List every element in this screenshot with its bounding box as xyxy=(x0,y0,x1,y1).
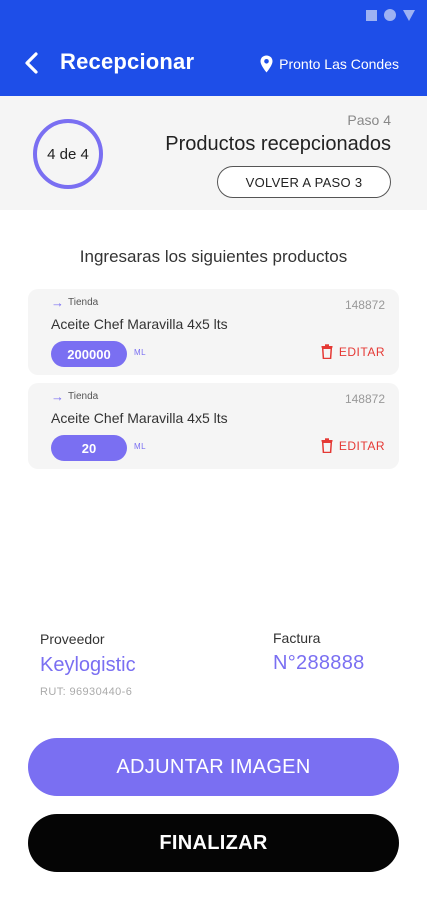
status-bar xyxy=(0,0,427,30)
edit-button[interactable]: EDITAR xyxy=(321,438,385,453)
square-icon xyxy=(366,9,377,21)
edit-button[interactable]: EDITAR xyxy=(321,344,385,359)
product-origin: → Tienda xyxy=(51,294,99,310)
back-to-step-button[interactable]: VOLVER A PASO 3 xyxy=(217,166,391,198)
edit-label: EDITAR xyxy=(338,438,385,453)
triangle-icon xyxy=(403,9,415,21)
step-number: Paso 4 xyxy=(347,112,391,128)
product-sku: 148872 xyxy=(344,298,385,312)
finish-button[interactable]: FINALIZAR xyxy=(28,814,399,872)
product-name: Aceite Chef Maravilla 4x5 lts xyxy=(51,316,228,332)
supplier-name: Keylogistic xyxy=(40,654,136,676)
back-button[interactable] xyxy=(18,49,46,77)
circle-icon xyxy=(384,9,396,21)
product-origin: → Tienda xyxy=(51,388,99,404)
quantity-field[interactable]: 200000 xyxy=(51,341,127,367)
location-pin-icon xyxy=(260,55,273,73)
app-bar: Recepcionar Pronto Las Condes xyxy=(0,30,427,96)
edit-label: EDITAR xyxy=(338,344,385,359)
status-icons xyxy=(366,9,415,21)
unit-label: ML xyxy=(134,348,147,357)
origin-label: Tienda xyxy=(68,391,99,402)
page-title: Recepcionar xyxy=(60,49,195,74)
products-heading: Ingresaras los siguientes productos xyxy=(79,247,348,266)
invoice-label: Factura xyxy=(273,630,321,646)
supplier-rut: RUT: 96930440-6 xyxy=(40,686,133,698)
product-card: → Tienda 148872 Aceite Chef Maravilla 4x… xyxy=(28,383,399,469)
arrow-right-icon: → xyxy=(51,388,64,404)
attach-image-button[interactable]: ADJUNTAR IMAGEN xyxy=(28,738,399,796)
location-label: Pronto Las Condes xyxy=(279,56,399,72)
origin-label: Tienda xyxy=(68,297,99,308)
quantity-field[interactable]: 20 xyxy=(51,435,127,461)
trash-icon xyxy=(321,344,333,359)
unit-label: ML xyxy=(134,442,147,451)
arrow-right-icon: → xyxy=(51,294,64,310)
product-sku: 148872 xyxy=(344,392,385,406)
supplier-label: Proveedor xyxy=(40,631,105,647)
invoice-number: N°288888 xyxy=(273,652,365,674)
step-title: Productos recepcionados xyxy=(165,133,391,155)
location-selector[interactable]: Pronto Las Condes xyxy=(260,55,399,73)
back-arrow-icon xyxy=(25,52,38,74)
step-progress-text: 4 de 4 xyxy=(47,145,89,163)
trash-icon xyxy=(321,438,333,453)
product-name: Aceite Chef Maravilla 4x5 lts xyxy=(51,410,228,426)
step-panel: 4 de 4 Paso 4 Productos recepcionados VO… xyxy=(0,96,427,210)
product-card: → Tienda 148872 Aceite Chef Maravilla 4x… xyxy=(28,289,399,375)
step-progress-circle: 4 de 4 xyxy=(33,119,103,189)
